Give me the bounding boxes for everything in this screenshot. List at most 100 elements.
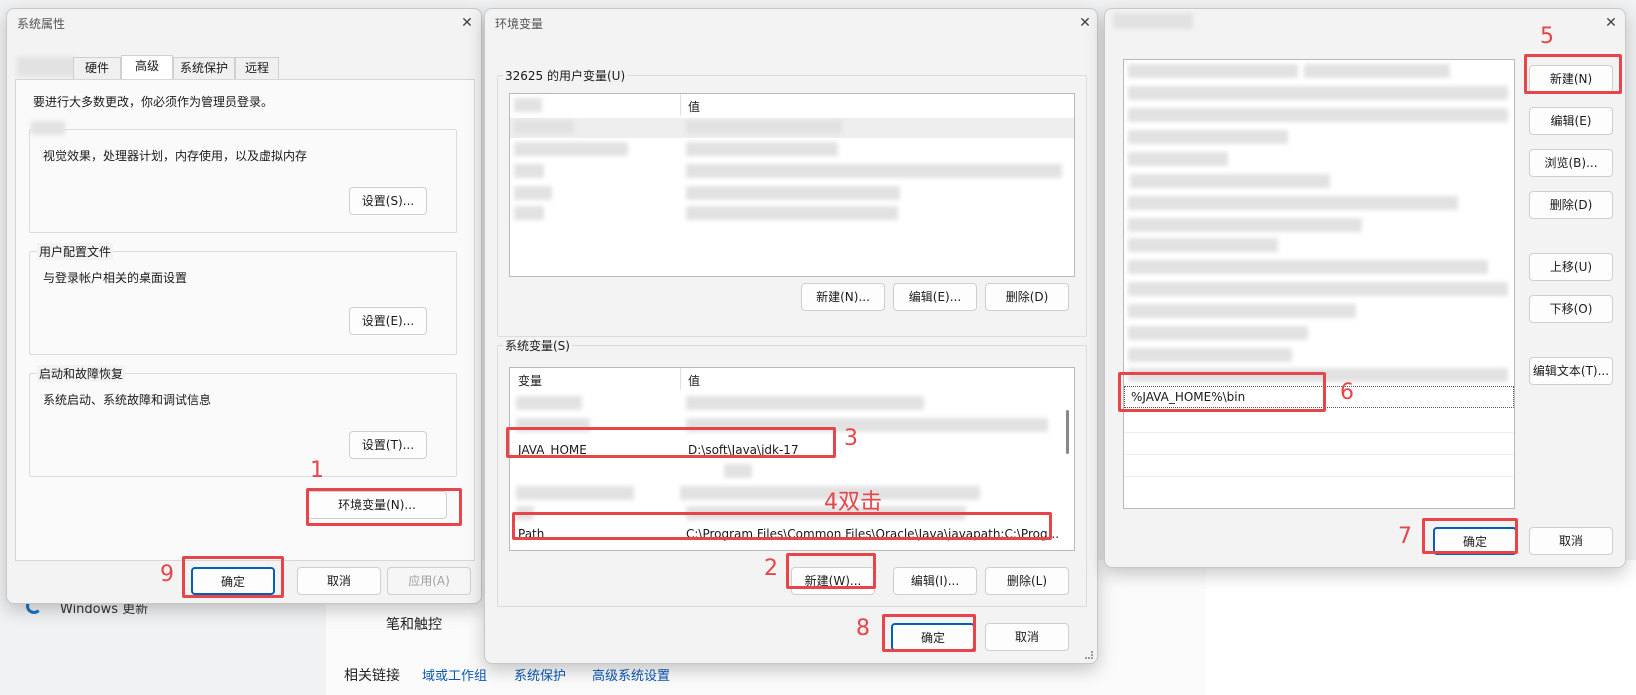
sysprops-cancel-button[interactable]: 取消	[297, 567, 381, 595]
annotation-marker: 9	[160, 562, 174, 587]
list-item	[1128, 238, 1278, 252]
window-title: 环境变量	[495, 17, 544, 31]
path-edit-button[interactable]: 编辑(E)	[1529, 107, 1613, 135]
startup-recovery-group	[29, 373, 457, 477]
path-edit-text-button[interactable]: 编辑文本(T)...	[1529, 357, 1613, 385]
user-header-divider	[680, 94, 681, 116]
system-vars-scrollbar[interactable]	[1066, 410, 1069, 454]
related-link-protection[interactable]: 系统保护	[514, 665, 566, 684]
close-icon[interactable]: ✕	[459, 15, 475, 31]
path-browse-button[interactable]: 浏览(B)...	[1529, 149, 1613, 177]
list-item	[1128, 130, 1288, 144]
tab-hardware[interactable]: 硬件	[73, 57, 121, 79]
table-cell	[514, 142, 628, 156]
system-delete-button[interactable]: 删除(L)	[985, 567, 1069, 595]
user-edit-button[interactable]: 编辑(E)...	[893, 283, 977, 311]
table-cell	[514, 164, 544, 178]
list-item	[1128, 326, 1308, 340]
tab-computer-name[interactable]	[17, 57, 77, 77]
tab-system-protection[interactable]: 系统保护	[173, 57, 235, 79]
bg-pen-touch[interactable]: 笔和触控	[386, 614, 442, 634]
highlight-envvars-ok-button	[882, 614, 976, 652]
list-item	[1304, 64, 1450, 78]
list-item	[1128, 86, 1508, 100]
list-item	[1130, 174, 1330, 188]
table-cell	[686, 164, 1062, 178]
performance-desc: 视觉效果，处理器计划，内存使用，以及虚拟内存	[43, 149, 308, 163]
table-cell	[686, 186, 900, 200]
path-delete-button[interactable]: 删除(D)	[1529, 191, 1613, 219]
system-vars-title: 系统变量(S)	[503, 337, 572, 354]
highlight-system-new-button	[786, 553, 876, 589]
list-item	[1128, 64, 1298, 78]
user-delete-button[interactable]: 删除(D)	[985, 283, 1069, 311]
related-link-advanced[interactable]: 高级系统设置	[592, 665, 670, 684]
highlight-java-home-row	[506, 427, 836, 458]
list-divider	[1124, 476, 1514, 477]
close-icon[interactable]: ✕	[1603, 15, 1619, 31]
list-divider	[1124, 454, 1514, 455]
table-cell	[686, 120, 842, 134]
bg-right-panel	[1206, 560, 1636, 695]
path-move-up-button[interactable]: 上移(U)	[1529, 253, 1613, 281]
table-cell	[686, 206, 898, 220]
sys-col-value-header: 值	[688, 374, 701, 388]
annotation-marker: 7	[1398, 524, 1412, 549]
sys-col-var-header: 变量	[518, 374, 543, 388]
user-profile-desc: 与登录帐户相关的桌面设置	[43, 271, 188, 285]
annotation-marker: 4双击	[824, 490, 882, 515]
table-cell	[686, 396, 924, 410]
window-title	[1113, 13, 1193, 29]
list-item	[1128, 348, 1292, 362]
path-move-down-button[interactable]: 下移(O)	[1529, 295, 1613, 323]
admin-note: 要进行大多数更改，你必须作为管理员登录。	[33, 95, 274, 109]
related-link-domain[interactable]: 域或工作组	[422, 665, 487, 684]
table-cell	[514, 120, 574, 134]
startup-recovery-title: 启动和故障恢复	[37, 365, 126, 382]
annotation-marker: 1	[310, 458, 324, 483]
table-cell	[686, 142, 838, 156]
resize-grip-icon[interactable]	[1085, 651, 1093, 659]
annotation-marker: 6	[1340, 380, 1354, 405]
path-cancel-button[interactable]: 取消	[1529, 527, 1613, 555]
list-item	[1128, 108, 1508, 122]
user-profile-settings-button[interactable]: 设置(E)...	[349, 307, 427, 335]
tab-advanced[interactable]: 高级	[121, 55, 173, 79]
annotation-marker: 8	[856, 616, 870, 641]
list-item	[1128, 152, 1228, 166]
list-divider	[1124, 432, 1514, 433]
performance-group-title	[31, 121, 65, 135]
sysprops-apply-button[interactable]: 应用(A)	[387, 567, 471, 595]
annotation-marker: 2	[764, 556, 778, 581]
list-item	[1128, 304, 1356, 318]
list-item	[1128, 282, 1508, 296]
user-vars-list[interactable]: 值	[509, 93, 1075, 277]
table-cell	[514, 206, 544, 220]
annotation-marker: 5	[1540, 24, 1554, 49]
tab-remote[interactable]: 远程	[235, 57, 279, 79]
user-col-var-header	[514, 98, 542, 112]
table-cell	[516, 396, 582, 410]
window-title: 系统属性	[17, 17, 66, 31]
highlight-path-new-button	[1524, 54, 1622, 94]
user-vars-title: 32625 的用户变量(U)	[503, 67, 628, 84]
highlight-path-ok-button	[1422, 518, 1518, 554]
startup-recovery-settings-button[interactable]: 设置(T)...	[349, 431, 427, 459]
list-item	[1128, 218, 1362, 232]
performance-settings-button[interactable]: 设置(S)...	[349, 187, 427, 215]
envvars-cancel-button[interactable]: 取消	[985, 623, 1069, 651]
highlight-new-path-entry	[1118, 372, 1326, 412]
related-links-label: 相关链接	[344, 668, 400, 684]
system-edit-button[interactable]: 编辑(I)...	[893, 567, 977, 595]
table-cell	[514, 186, 552, 200]
path-entries-list[interactable]: %JAVA_HOME%\bin	[1123, 59, 1515, 509]
close-icon[interactable]: ✕	[1077, 15, 1093, 31]
highlight-sysprops-ok-button	[182, 556, 284, 598]
highlight-env-vars-button	[306, 488, 462, 526]
table-cell	[724, 464, 752, 478]
list-item	[1128, 260, 1488, 274]
sys-header-divider	[680, 368, 681, 390]
user-new-button[interactable]: 新建(N)...	[801, 283, 885, 311]
highlight-path-row	[512, 512, 1052, 540]
list-item	[1128, 196, 1458, 210]
